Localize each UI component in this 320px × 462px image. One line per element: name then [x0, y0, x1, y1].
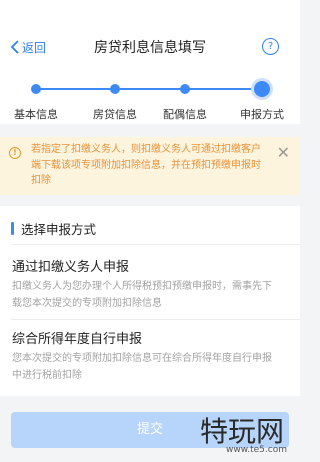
step-dot-1 [31, 84, 41, 94]
divider [11, 244, 300, 245]
section-accent-bar [11, 222, 14, 235]
watermark-url: www.te5.com [226, 445, 287, 455]
section-header: 选择申报方式 [11, 219, 96, 238]
warning-icon: ! [9, 147, 21, 159]
option-annual-self-declare[interactable]: 综合所得年度自行申报 您本次提交的专项附加扣除信息可在综合所得年度自行申报中进行… [12, 328, 292, 384]
option-withholding-agent[interactable]: 通过扣缴义务人申报 扣缴义务人为您办理个人所得税预扣预缴申报时，需事先下载您本次… [12, 256, 292, 312]
option-description: 您本次提交的专项附加扣除信息可在综合所得年度自行申报中进行税前扣除 [12, 353, 272, 381]
divider [11, 319, 300, 320]
progress-steps: 基本信息 房贷信息 配偶信息 申报方式 [0, 78, 300, 124]
option-description: 扣缴义务人为您办理个人所得税预扣预缴申报时，需事先下载您本次提交的专项附加扣除信… [12, 281, 272, 309]
notice-banner: ! 若指定了扣缴义务人，则扣缴义务人可通过扣缴客户端下载该项专项附加扣除信息，并… [0, 137, 300, 195]
close-icon[interactable]: ✕ [277, 145, 290, 161]
step-dot-2 [110, 84, 120, 94]
step-dot-current [254, 81, 270, 97]
method-card: 选择申报方式 通过扣缴义务人申报 扣缴义务人为您办理个人所得税预扣预缴申报时，需… [0, 206, 300, 396]
watermark-logo: 特玩网 www.te5.com [200, 410, 296, 460]
notice-text: 若指定了扣缴义务人，则扣缴义务人可通过扣缴客户端下载该项专项附加扣除信息，并在预… [31, 144, 261, 186]
option-title: 通过扣缴义务人申报 [12, 260, 130, 275]
step-label-mortgage: 房贷信息 [93, 108, 137, 121]
section-title: 选择申报方式 [21, 222, 97, 237]
step-label-method: 申报方式 [240, 108, 284, 121]
watermark-text: 特玩网 [200, 415, 285, 448]
step-dot-3 [180, 84, 190, 94]
progress-line [35, 88, 263, 90]
step-label-spouse: 配偶信息 [163, 108, 207, 121]
option-title: 综合所得年度自行申报 [12, 332, 143, 347]
page-title: 房贷利息信息填写 [94, 40, 206, 56]
step-label-basic: 基本信息 [14, 108, 58, 121]
help-icon[interactable]: ? [262, 38, 279, 55]
